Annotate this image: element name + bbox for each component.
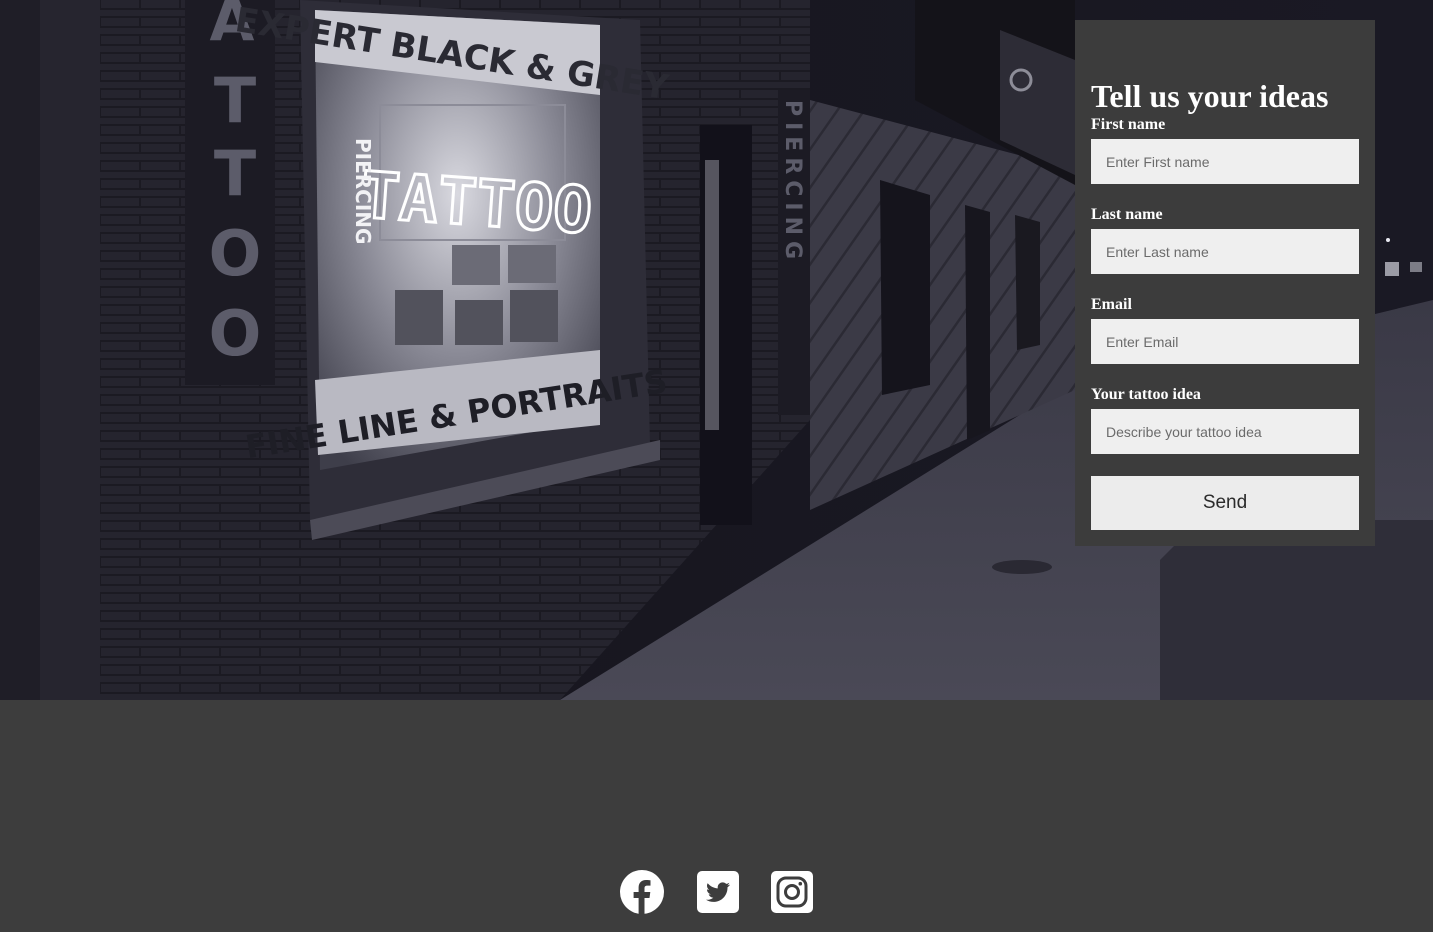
svg-text:T: T <box>214 137 256 210</box>
email-input[interactable] <box>1091 319 1359 364</box>
last-name-input[interactable] <box>1091 229 1359 274</box>
svg-text:O: O <box>209 297 262 370</box>
svg-text:T: T <box>214 64 256 137</box>
tattoo-idea-input[interactable] <box>1091 409 1359 454</box>
tattoo-idea-label: Your tattoo idea <box>1091 386 1201 403</box>
twitter-icon[interactable] <box>697 871 739 913</box>
neon-piercing-sign: PIERCING <box>351 138 375 244</box>
send-button[interactable]: Send <box>1091 476 1359 530</box>
instagram-icon[interactable] <box>771 871 813 913</box>
facebook-icon[interactable] <box>620 870 664 914</box>
first-name-label: First name <box>1091 116 1166 133</box>
door-vertical-sign: PIERCING <box>780 100 805 265</box>
footer <box>0 700 1433 932</box>
first-name-input[interactable] <box>1091 139 1359 184</box>
svg-text:O: O <box>209 217 262 290</box>
form-title: Tell us your ideas <box>1091 78 1329 114</box>
tattoo-idea-form: Tell us your ideas First name Last name … <box>1075 20 1375 546</box>
email-label: Email <box>1091 296 1132 313</box>
last-name-label: Last name <box>1091 206 1163 223</box>
